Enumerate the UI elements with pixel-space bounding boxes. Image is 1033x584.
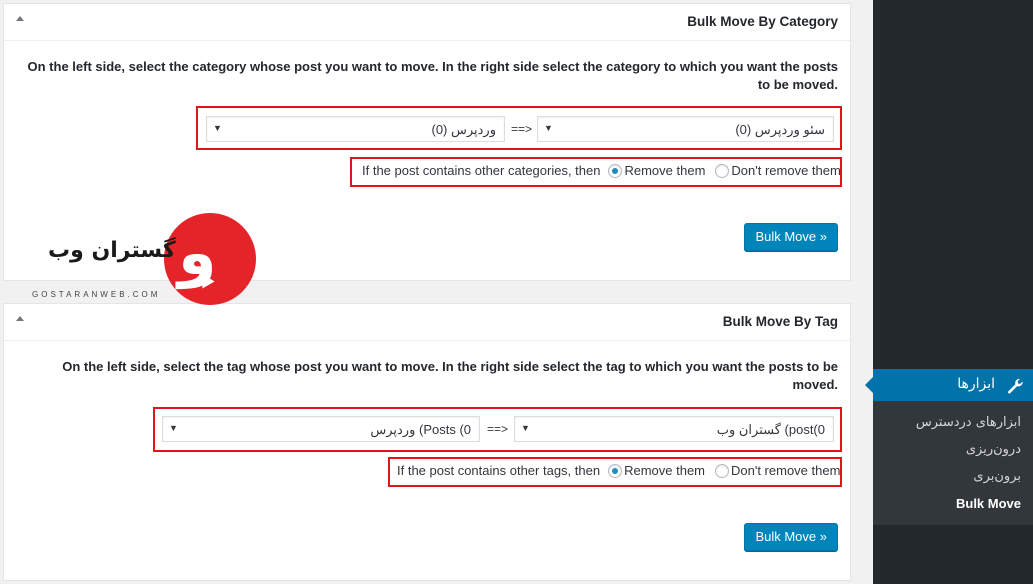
other-tags-option: If the post contains other tags, then Re…: [397, 463, 840, 478]
postbox-title: Bulk Move By Category: [687, 14, 838, 29]
collapse-toggle-icon[interactable]: [16, 316, 24, 321]
postbox-title: Bulk Move By Tag: [722, 314, 838, 329]
tools-submenu: ابزارهای دردسترس درون‌ریزی برون‌بری Bulk…: [873, 401, 1033, 525]
sidebar-item-tools[interactable]: ابزارها: [865, 369, 1033, 401]
postbox-header: Bulk Move By Tag: [4, 304, 850, 341]
submenu-item-available-tools[interactable]: ابزارهای دردسترس: [916, 415, 1021, 430]
chevron-down-icon: ▼: [521, 423, 530, 433]
active-pointer: [865, 377, 873, 393]
wrench-icon: [1008, 378, 1023, 394]
target-category-select[interactable]: ▼ وردپرس (0): [206, 116, 505, 142]
logo-brand-text: گستران وب: [48, 238, 176, 263]
postbox-header: Bulk Move By Category: [4, 4, 850, 41]
submenu-item-bulk-move[interactable]: Bulk Move: [956, 496, 1021, 511]
option-text: If the post contains other tags, then: [397, 463, 601, 478]
submenu-item-import[interactable]: درون‌ریزی: [966, 442, 1021, 457]
dont-remove-label[interactable]: Don't remove them: [731, 163, 840, 178]
other-categories-option: If the post contains other categories, t…: [362, 163, 841, 178]
chevron-down-icon: ▼: [169, 423, 178, 433]
source-category-select[interactable]: ▼ سئو وردپرس (0): [537, 116, 834, 142]
bulk-move-button[interactable]: Bulk Move »: [744, 223, 838, 251]
remove-them-radio[interactable]: [608, 163, 623, 178]
remove-them-label[interactable]: Remove them: [624, 463, 705, 478]
move-arrow: ==>: [487, 422, 509, 436]
chevron-down-icon: ▼: [544, 123, 553, 133]
move-arrow: ==>: [511, 122, 533, 136]
submenu-item-export[interactable]: برون‌بری: [973, 469, 1021, 484]
target-tag-select[interactable]: ▼ وردپرس (Posts (0: [162, 416, 480, 442]
collapse-toggle-icon[interactable]: [16, 16, 24, 21]
dont-remove-radio[interactable]: [715, 163, 730, 178]
tag-description: On the left side, select the tag whose p…: [62, 359, 838, 392]
dont-remove-label[interactable]: Don't remove them: [731, 463, 840, 478]
dont-remove-radio[interactable]: [715, 463, 729, 478]
remove-them-radio[interactable]: [608, 463, 623, 478]
bulk-move-tag-box: Bulk Move By Tag On the left side, selec…: [3, 303, 851, 581]
bulk-move-button[interactable]: Bulk Move »: [744, 523, 838, 551]
option-text: If the post contains other categories, t…: [362, 163, 601, 178]
admin-sidebar: ابزارها ابزارهای دردسترس درون‌ریزی برون‌…: [865, 0, 1033, 584]
sidebar-item-label: ابزارها: [957, 376, 995, 392]
category-description: On the left side, select the category wh…: [27, 59, 838, 92]
remove-them-label[interactable]: Remove them: [624, 163, 705, 178]
chevron-down-icon: ▼: [213, 123, 222, 133]
source-tag-select[interactable]: ▼ گستران وب (post(0: [514, 416, 834, 442]
main-content: Bulk Move By Category On the left side, …: [0, 0, 873, 584]
logo-url-text: GOSTARANWEB.COM: [32, 290, 161, 299]
